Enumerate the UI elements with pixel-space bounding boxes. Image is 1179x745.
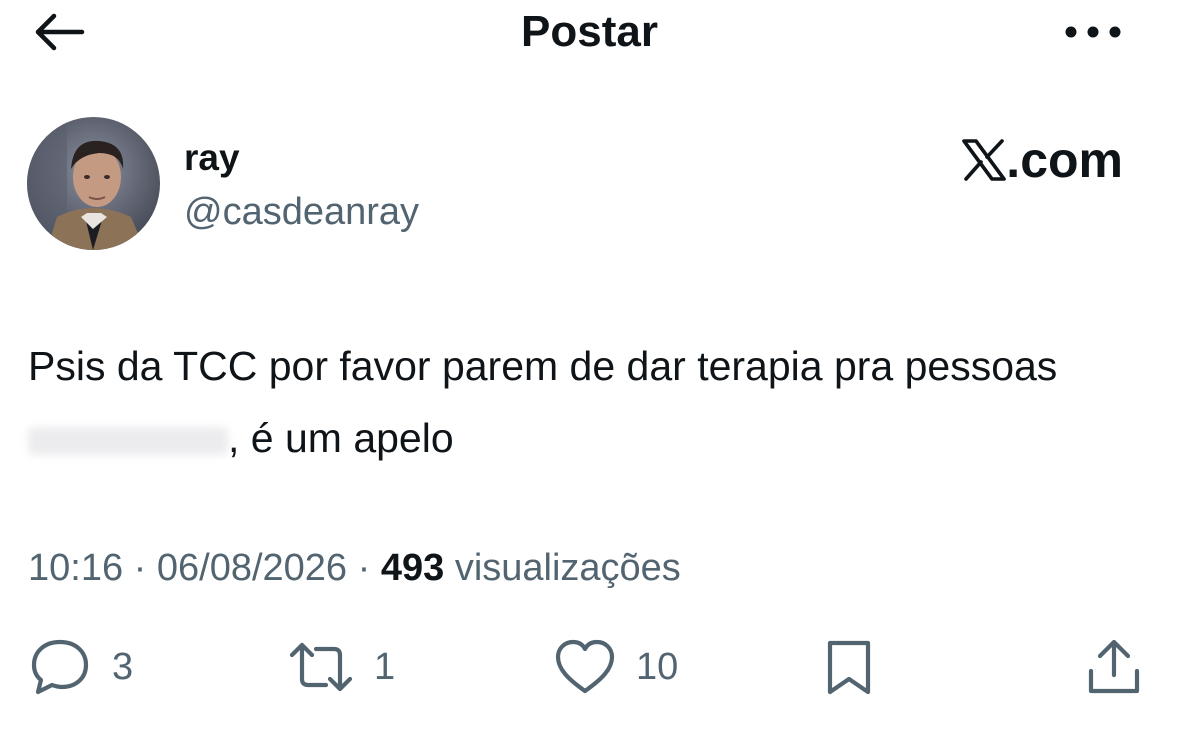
meta-separator: · bbox=[133, 547, 147, 589]
repost-count: 1 bbox=[374, 645, 396, 688]
reply-icon bbox=[31, 639, 89, 695]
tweet-date[interactable]: 06/08/2026 bbox=[157, 547, 347, 589]
meta-separator: · bbox=[357, 547, 371, 589]
source-watermark: .com bbox=[962, 130, 1123, 190]
reply-count: 3 bbox=[112, 645, 134, 688]
page-title: Postar bbox=[521, 7, 658, 56]
share-icon bbox=[1088, 639, 1140, 694]
tweet-metadata: 10:16 · 06/08/2026 · 493 visualizações bbox=[28, 544, 681, 592]
like-count: 10 bbox=[636, 645, 679, 688]
action-bar: 3 1 10 bbox=[0, 632, 1179, 702]
tweet-time[interactable]: 10:16 bbox=[28, 547, 123, 589]
top-bar: Postar bbox=[0, 0, 1179, 70]
more-options-button[interactable] bbox=[1060, 8, 1126, 56]
tweet-text: Psis da TCC por favor parem de dar terap… bbox=[28, 330, 1148, 474]
tweet-text-part-2: , é um apelo bbox=[228, 415, 454, 461]
user-handle[interactable]: @casdeanray bbox=[184, 188, 419, 236]
share-button[interactable] bbox=[1086, 632, 1142, 702]
views-label: visualizações bbox=[454, 547, 681, 589]
x-logo-icon bbox=[962, 139, 1007, 181]
avatar[interactable] bbox=[27, 117, 160, 250]
redacted-text bbox=[28, 427, 228, 456]
reply-button[interactable]: 3 bbox=[28, 632, 133, 702]
views-count: 493 bbox=[380, 547, 445, 589]
tweet-text-part-1: Psis da TCC por favor parem de dar terap… bbox=[28, 343, 1058, 389]
display-name[interactable]: ray bbox=[184, 135, 240, 181]
bookmark-icon bbox=[827, 640, 871, 695]
repost-button[interactable]: 1 bbox=[288, 632, 395, 702]
bookmark-button[interactable] bbox=[824, 632, 874, 702]
more-icon bbox=[1065, 26, 1121, 38]
like-button[interactable]: 10 bbox=[554, 632, 678, 702]
like-icon bbox=[555, 639, 615, 694]
source-domain: .com bbox=[1006, 132, 1123, 188]
repost-icon bbox=[289, 642, 353, 692]
